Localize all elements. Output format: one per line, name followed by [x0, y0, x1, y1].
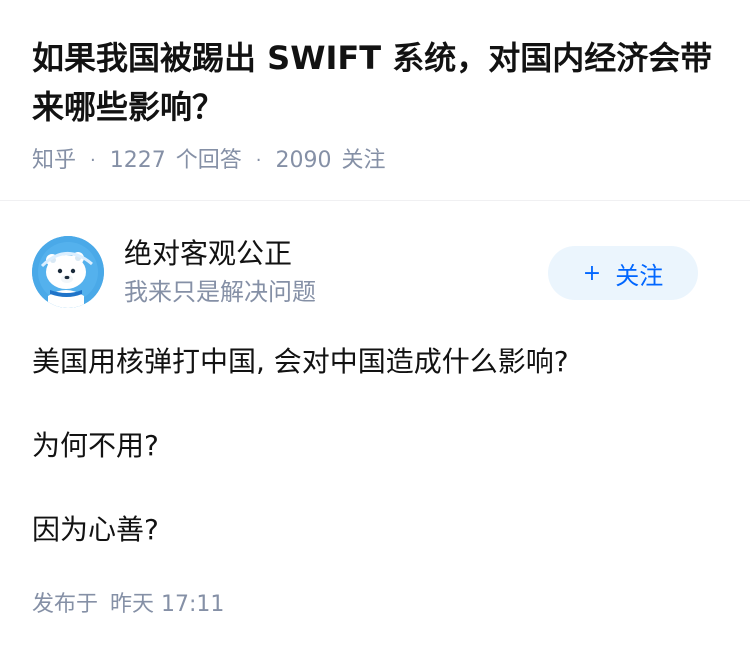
follow-label: 关注 — [615, 261, 664, 290]
publish-label: 发布于 — [32, 592, 99, 617]
answer-paragraph: 为何不用? — [32, 429, 159, 462]
publish-time: 发布于 昨天 17:11 — [32, 590, 224, 620]
question-meta: 知乎 · 1227 个回答 · 2090 关注 — [32, 146, 722, 176]
author-name[interactable]: 绝对客观公正 — [124, 236, 292, 272]
publish-timestamp: 昨天 17:11 — [110, 592, 225, 617]
author-row: 绝对客观公正 我来只是解决问题 + 关注 — [32, 236, 698, 308]
plus-icon: + — [582, 260, 602, 286]
answer-body: 美国用核弹打中国, 会对中国造成什么影响? 为何不用? 因为心善? — [32, 340, 722, 592]
answer-paragraph: 因为心善? — [32, 513, 159, 546]
follower-count: 2090 — [275, 148, 332, 173]
meta-separator: · — [255, 150, 262, 171]
question-header: 如果我国被踢出 SWIFT 系统，对国内经济会带来哪些影响？ 知乎 · 1227… — [32, 34, 722, 176]
follower-count-label: 关注 — [341, 148, 386, 173]
answer-count: 1227 — [109, 148, 166, 173]
question-title[interactable]: 如果我国被踢出 SWIFT 系统，对国内经济会带来哪些影响？ — [32, 34, 722, 132]
follow-button[interactable]: + 关注 — [548, 246, 698, 300]
answer-paragraph: 美国用核弹打中国, 会对中国造成什么影响? — [32, 345, 569, 378]
avatar-graphic — [32, 236, 104, 308]
meta-separator: · — [90, 150, 96, 171]
source-label[interactable]: 知乎 — [32, 146, 76, 176]
answer-count-label: 个回答 — [175, 148, 242, 173]
section-divider — [0, 200, 750, 201]
polar-bear-avatar-icon[interactable] — [32, 236, 104, 308]
author-headline: 我来只是解决问题 — [124, 278, 316, 306]
